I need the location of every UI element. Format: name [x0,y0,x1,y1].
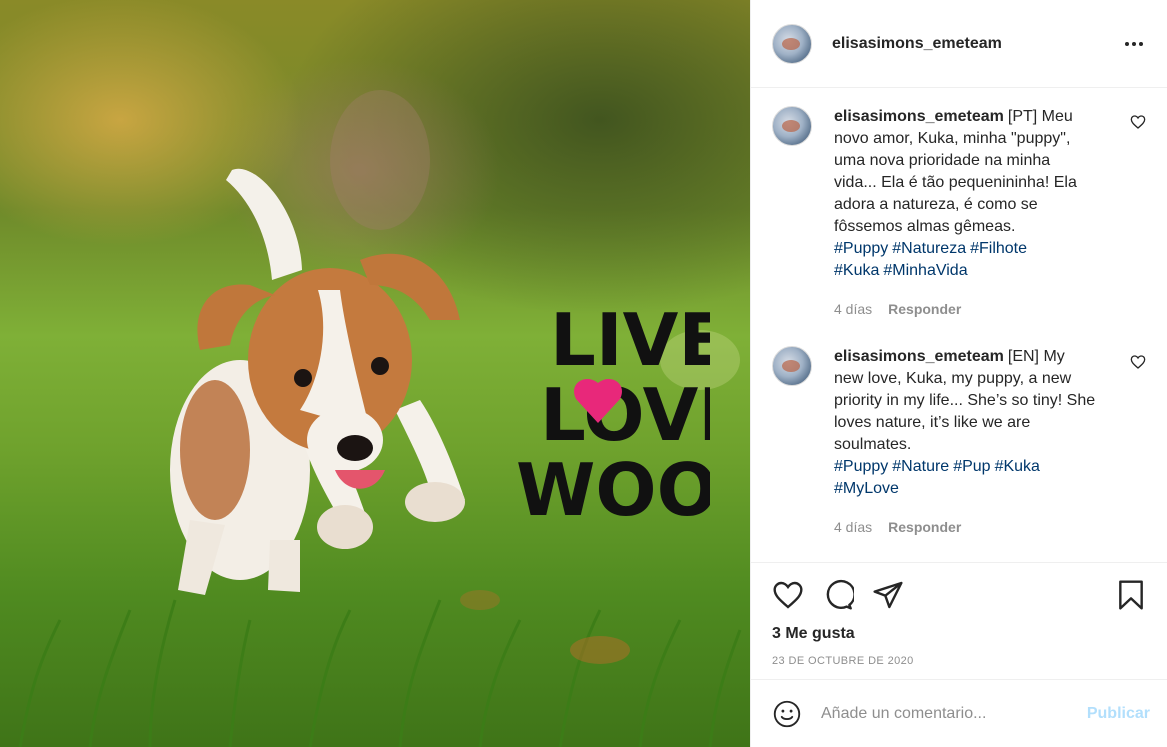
hashtag-link[interactable]: #Natureza [892,240,966,257]
comment-item: elisasimons_emeteam [EN] My new love, Kuk… [772,346,1146,538]
hashtag-link[interactable]: #Kuka [834,262,879,279]
share-paper-plane-icon[interactable] [872,579,904,611]
like-heart-icon[interactable] [772,579,804,611]
comment-body: elisasimons_emeteam [EN] My new love, Kuk… [834,346,1096,538]
hashtag-link[interactable]: #Pup [953,458,990,475]
emoji-icon[interactable] [771,698,803,730]
post-date[interactable]: 23 DE OCTUBRE DE 2020 [772,655,1147,667]
header-username[interactable]: elisasimons_emeteam [832,35,1002,53]
hashtag-link[interactable]: #Nature [892,458,949,475]
save-bookmark-icon[interactable] [1115,579,1147,611]
comment-body: elisasimons_emeteam [PT] Meu novo amor, K… [834,106,1096,320]
like-comment-heart-icon[interactable] [1130,114,1146,130]
post-image[interactable]: LIVE LOVE WOOF [0,0,750,747]
comment-username[interactable]: elisasimons_emeteam [834,348,1004,365]
hashtag-link[interactable]: #Puppy [834,240,888,257]
action-icons-row [772,577,1147,613]
post-actions: 3 Me gusta 23 DE OCTUBRE DE 2020 [751,562,1167,680]
reply-button[interactable]: Responder [888,516,961,538]
comment-input[interactable] [821,704,1087,723]
sticker-line-live: LIVE [550,298,710,382]
publish-button[interactable]: Publicar [1087,705,1150,723]
avatar[interactable] [772,106,812,146]
comment-time[interactable]: 4 días [834,516,872,538]
hashtag-link[interactable]: #Filhote [970,240,1027,257]
like-comment-heart-icon[interactable] [1130,354,1146,370]
post-side-panel: elisasimons_emeteam elisasimons_emeteam[… [750,0,1167,747]
comment-text: [PT] Meu novo amor, Kuka, minha "puppy",… [834,108,1077,235]
comment-meta: 4 días Responder [834,298,1096,320]
sticker-line-woof: WOOF [516,448,710,525]
hashtag-link[interactable]: #Puppy [834,458,888,475]
comments-list[interactable]: elisasimons_emeteam [PT] Meu novo amor, K… [751,88,1167,562]
comment-meta: 4 días Responder [834,516,1096,538]
likes-count[interactable]: 3 Me gusta [772,625,1147,643]
add-comment-bar: Publicar [751,680,1167,747]
comment-username[interactable]: elisasimons_emeteam [834,108,1004,125]
comment-hashtags: #Puppy #Nature #Pup #Kuka #MyLove [834,456,1096,500]
reply-button[interactable]: Responder [888,298,961,320]
sticker-line-love: LOVE [540,373,710,457]
comment-item: elisasimons_emeteam [PT] Meu novo amor, K… [772,106,1146,320]
comment-bubble-icon[interactable] [822,579,854,611]
more-options-icon[interactable] [1122,32,1146,56]
comment-time[interactable]: 4 días [834,298,872,320]
avatar[interactable] [772,346,812,386]
post-header: elisasimons_emeteam [751,0,1167,88]
hashtag-link[interactable]: #Kuka [995,458,1040,475]
hashtag-link[interactable]: #MyLove [834,480,899,497]
avatar[interactable] [772,23,812,64]
hashtag-link[interactable]: #MinhaVida [883,262,967,279]
live-love-woof-sticker: LIVE LOVE WOOF [516,298,710,525]
comment-hashtags: #Puppy #Natureza #Filhote #Kuka #MinhaVida [834,238,1096,282]
